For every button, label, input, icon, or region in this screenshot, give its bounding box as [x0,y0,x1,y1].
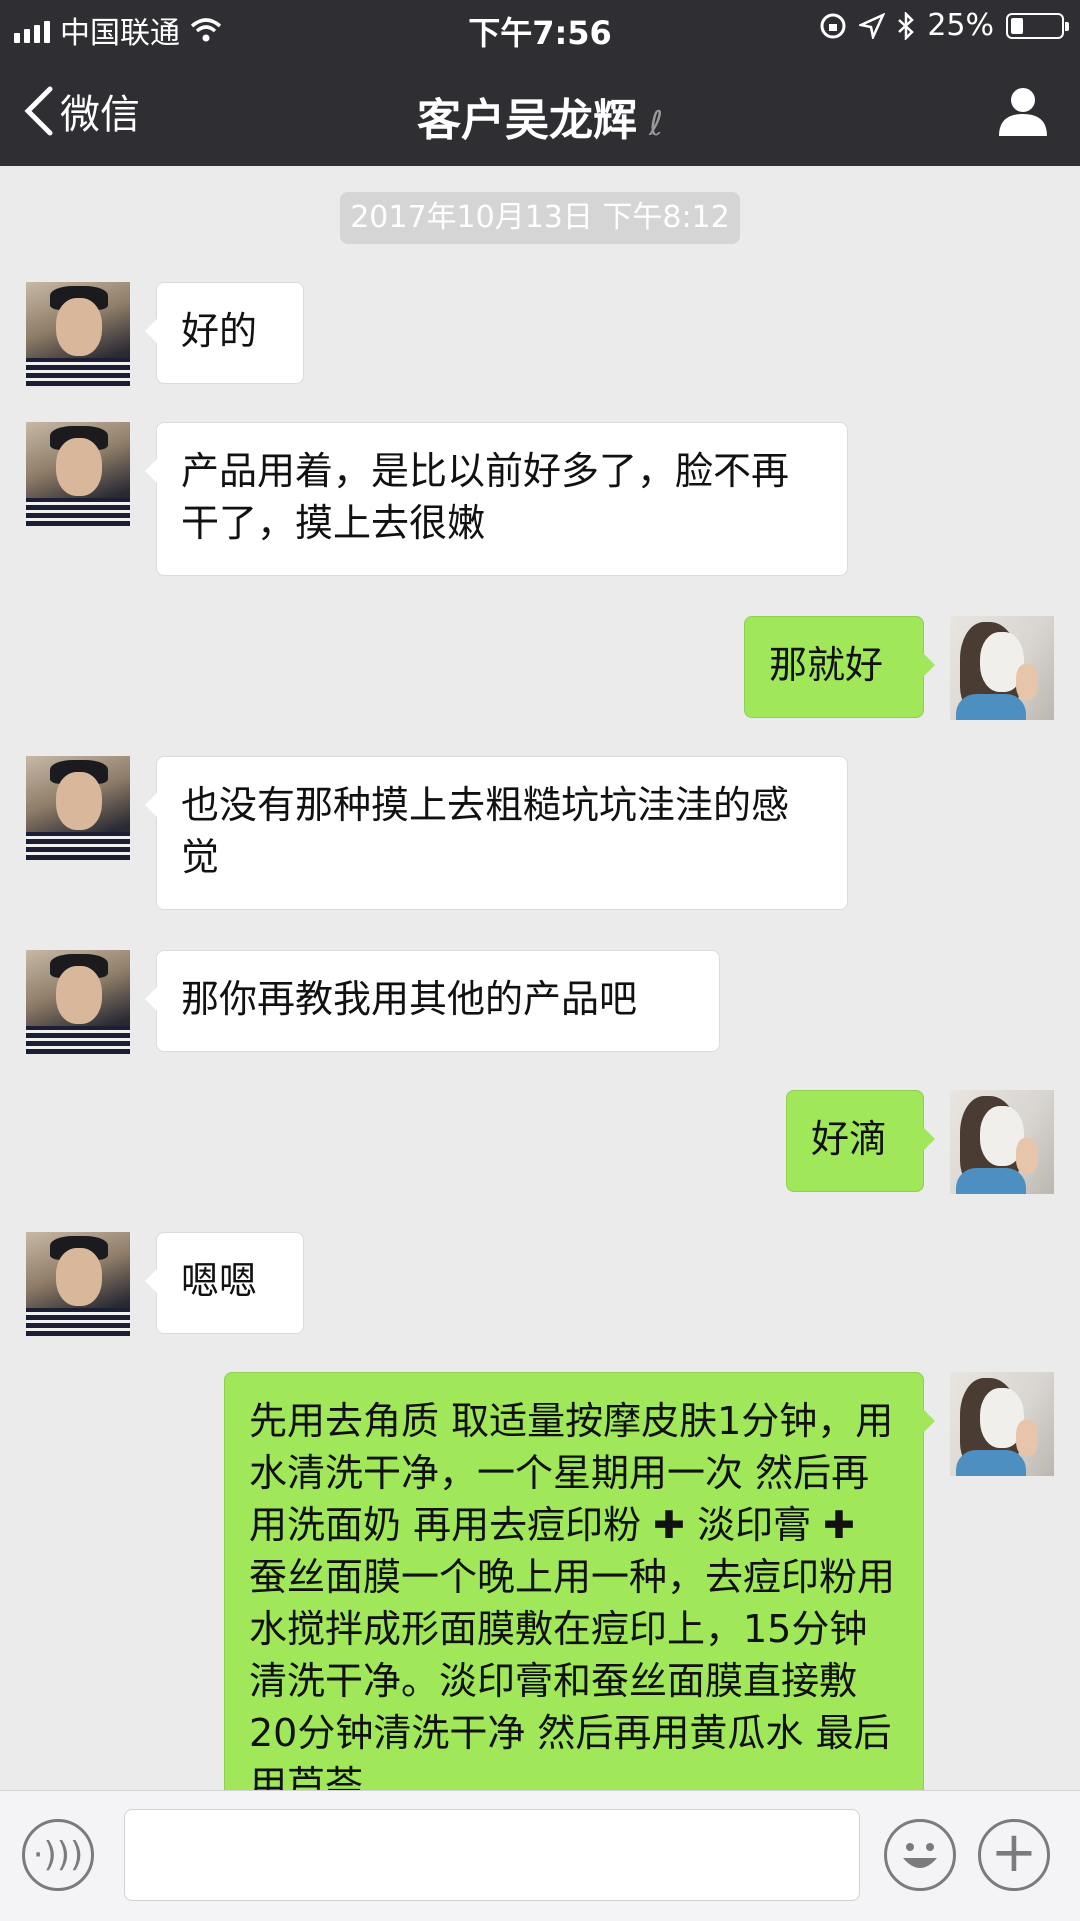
battery-icon [1006,12,1069,39]
more-button[interactable]: + [978,1819,1050,1891]
message-input[interactable] [124,1809,860,1901]
status-bar: 中国联通 下午7:56 25% [0,0,1080,54]
voice-button[interactable]: ·))) [22,1819,94,1891]
voice-icon: ·))) [32,1835,84,1875]
message-bubble[interactable]: 也没有那种摸上去粗糙坑坑洼洼的感觉 [145,756,848,910]
self-avatar[interactable] [950,1090,1054,1194]
emoji-button[interactable] [884,1819,956,1891]
location-icon [859,12,886,39]
input-bar: ·))) + [0,1790,1080,1921]
self-avatar[interactable] [950,616,1054,720]
message-bubble-self[interactable]: 那就好 [744,616,935,718]
contact-avatar[interactable] [26,756,130,860]
message-bubble-self[interactable]: 好滴 [786,1090,935,1192]
message-bubble[interactable]: 好的 [145,282,304,384]
nav-bar: 微信 客户吴龙辉 ℓ [0,54,1080,166]
contact-avatar[interactable] [26,950,130,1054]
contact-avatar[interactable] [26,422,130,526]
self-avatar[interactable] [950,1372,1054,1476]
rotation-lock-icon [820,13,846,38]
message-bubble[interactable]: 产品用着，是比以前好多了，脸不再干了，摸上去很嫩 [145,422,848,576]
contact-avatar[interactable] [26,282,130,386]
smiley-icon [903,1843,937,1868]
message-bubble[interactable]: 嗯嗯 [145,1232,304,1334]
message-bubble[interactable]: 那你再教我用其他的产品吧 [145,950,720,1052]
battery-percent: 25% [927,8,994,43]
status-right: 25% [819,8,1069,43]
contact-avatar[interactable] [26,1232,130,1336]
person-icon[interactable] [996,84,1050,138]
plus-icon: + [990,1820,1038,1885]
bluetooth-icon [898,11,915,40]
message-timestamp: 2017年10月13日 下午8:12 [340,192,740,244]
chat-title-text: 客户吴龙辉 [416,95,637,146]
chat-title: 客户吴龙辉 ℓ [0,84,1080,148]
ear-icon: ℓ [648,104,664,144]
